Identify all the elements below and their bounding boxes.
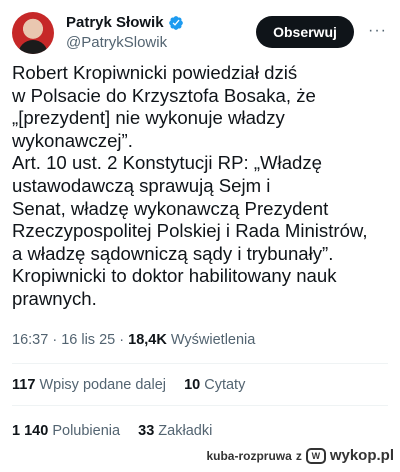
bookmarks-count[interactable]: 33 [138, 423, 154, 439]
verified-badge-icon [168, 15, 183, 30]
tweet-line: wykonawczej”. [12, 129, 133, 151]
views-label: Wyświetlenia [170, 332, 256, 348]
avatar-figure [18, 40, 48, 54]
tweet-line: Art. 10 ust. 2 Konstytucji RP: „Władzę [12, 152, 323, 174]
meta-separator: · [52, 332, 58, 348]
tweet-line: Kropiwnicki to doktor habilitowany nauk [12, 265, 337, 287]
tweet-line: a władzę sądowniczą sądy i trybunały”. [12, 242, 334, 264]
tweet-date[interactable]: 16 lis 25 [61, 332, 115, 348]
wykop-brand: wykop.pl [329, 447, 394, 464]
tweet-line: w Polsacie do Krzysztofa Bosaka, że [12, 84, 316, 106]
tweet-time[interactable]: 16:37 [12, 332, 48, 348]
tweet-header: Patryk Słowik @PatrykSlowik Obserwuj ··· [12, 12, 392, 56]
more-options-icon[interactable]: ··· [368, 22, 387, 40]
author-name[interactable]: Patryk Słowik [66, 14, 164, 31]
reposts-label[interactable]: Wpisy podane dalej [39, 377, 166, 393]
repost-stats: 117 Wpisy podane dalej 10 Cytaty [12, 377, 245, 393]
meta-separator: · [119, 332, 125, 348]
wykop-logo-icon: W [305, 447, 326, 464]
tweet-line: Rzeczypospolitej Polskiej i Rada Ministr… [12, 220, 368, 242]
divider [12, 363, 388, 364]
likes-count[interactable]: 1 140 [12, 423, 48, 439]
views-count: 18,4K [128, 332, 167, 348]
tweet-meta: 16:37 · 16 lis 25 · 18,4K Wyświetlenia [12, 332, 255, 348]
likes-label[interactable]: Polubienia [52, 423, 120, 439]
tweet-line: Robert Kropiwnicki powiedział dziś [12, 62, 298, 83]
quotes-count[interactable]: 10 [184, 377, 200, 393]
author-name-row: Patryk Słowik [66, 14, 184, 31]
wykop-watermark: kuba-rozpruwa z W wykop.pl [206, 447, 394, 464]
tweet-text: Robert Kropiwnicki powiedział dziś w Pol… [12, 62, 394, 311]
follow-button[interactable]: Obserwuj [256, 16, 354, 48]
tweet-line: Senat, władzę wykonawczą Prezydent [12, 197, 329, 219]
quotes-label[interactable]: Cytaty [204, 377, 245, 393]
like-stats: 1 140 Polubienia 33 Zakładki [12, 423, 212, 439]
tweet-line: ustawodawczą sprawują Sejm i [12, 174, 271, 196]
author-handle[interactable]: @PatrykSlowik [66, 34, 167, 51]
divider [12, 405, 388, 406]
bookmarks-label[interactable]: Zakładki [158, 423, 212, 439]
avatar[interactable] [12, 12, 54, 54]
uploader-name: kuba-rozpruwa [206, 448, 292, 463]
reposts-count[interactable]: 117 [12, 377, 35, 393]
uploader-connector: z [295, 448, 302, 463]
tweet-line: prawnych. [12, 287, 97, 309]
tweet-line: „[prezydent] nie wykonuje władzy [12, 107, 285, 129]
